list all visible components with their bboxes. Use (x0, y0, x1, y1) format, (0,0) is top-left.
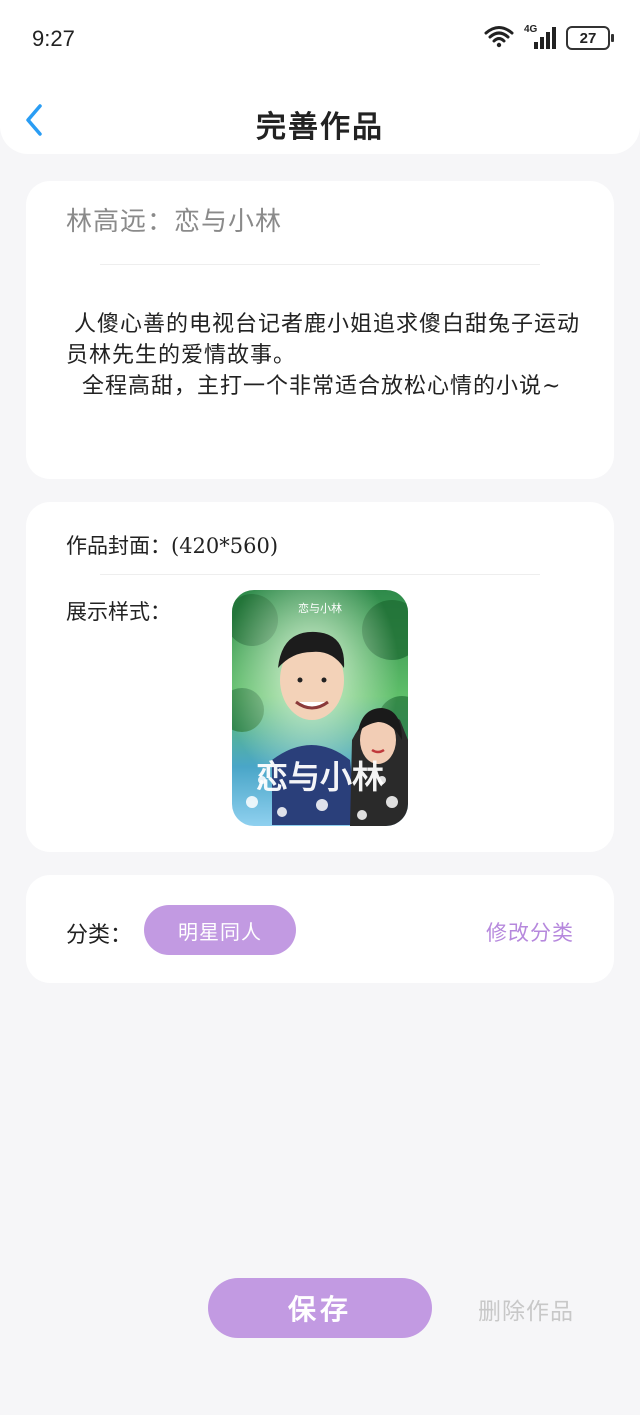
wifi-icon (484, 24, 514, 52)
cover-label: 作品封面：(420*560) (66, 534, 279, 558)
novel-intro[interactable]: 人傻心善的电视台记者鹿小姐追求傻白甜兔子运动员林先生的爱情故事。 全程高甜，主打… (66, 309, 584, 402)
cover-small-text: 恋与小林 (298, 601, 342, 615)
cover-card: 作品封面：(420*560) 展示样式： 恋与小林 恋与小林 (26, 502, 614, 852)
display-style-label: 展示样式： (66, 600, 171, 624)
divider (100, 574, 540, 575)
page-title: 完善作品 (256, 110, 384, 145)
header: 完善作品 (0, 80, 640, 154)
cover-image[interactable]: 恋与小林 恋与小林 (232, 590, 408, 826)
intro-line: 全程高甜，主打一个非常适合放松心情的小说~ (66, 374, 562, 399)
novel-title[interactable]: 林高远：恋与小林 (66, 201, 282, 238)
status-icons: 4G 27 (484, 24, 614, 52)
cover-title-text: 恋与小林 (256, 758, 384, 796)
intro-card: 林高远：恋与小林 人傻心善的电视台记者鹿小姐追求傻白甜兔子运动员林先生的爱情故事… (26, 181, 614, 479)
status-bar: 9:27 4G 27 (0, 0, 640, 80)
save-button[interactable]: 保存 (208, 1278, 432, 1338)
category-card: 分类： 明星同人 修改分类 (26, 875, 614, 983)
cellular-signal-icon: 4G (524, 24, 556, 50)
status-time: 9:27 (32, 26, 75, 51)
battery-level: 27 (579, 29, 597, 47)
intro-line: 人傻心善的电视台记者鹿小姐追求傻白甜兔子运动员林先生的爱情故事。 (66, 312, 581, 368)
divider (100, 264, 540, 265)
battery-icon: 27 (566, 26, 614, 50)
delete-work-button[interactable]: 删除作品 (478, 1292, 574, 1326)
edit-category-button[interactable]: 修改分类 (486, 917, 574, 947)
category-tag: 明星同人 (144, 905, 296, 955)
category-label: 分类： (66, 923, 133, 948)
